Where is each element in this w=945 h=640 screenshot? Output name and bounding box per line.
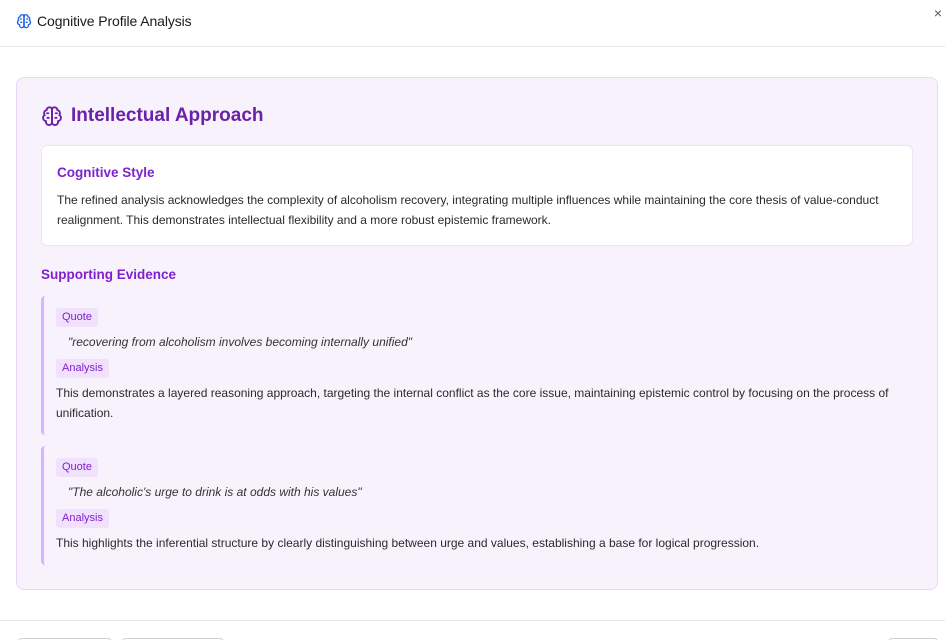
dialog-footer [0, 620, 945, 640]
evidence-quote: "recovering from alcoholism involves bec… [68, 335, 413, 349]
analysis-tag: Analysis [56, 509, 109, 528]
brain-icon [16, 13, 32, 29]
supporting-evidence-title: Supporting Evidence [41, 267, 177, 282]
analysis-tag: Analysis [56, 359, 109, 378]
cognitive-style-box: Cognitive Style The refined analysis ack… [41, 145, 913, 246]
section-title: Intellectual Approach [71, 105, 264, 126]
cognitive-style-title: Cognitive Style [57, 165, 155, 180]
evidence-analysis: This highlights the inferential structur… [56, 536, 760, 550]
close-button[interactable]: × [931, 6, 945, 20]
evidence-quote: "The alcoholic's urge to drink is at odd… [68, 485, 362, 499]
brain-icon [41, 105, 63, 127]
dialog-title: Cognitive Profile Analysis [37, 13, 192, 29]
evidence-analysis: This demonstrates a layered reasoning ap… [56, 386, 889, 420]
dialog-header: Cognitive Profile Analysis × [0, 0, 945, 47]
evidence-item: Quote "The alcoholic's urge to drink is … [41, 446, 913, 565]
cognitive-style-text: The refined analysis acknowledges the co… [57, 193, 879, 227]
quote-tag: Quote [56, 308, 98, 327]
evidence-item: Quote "recovering from alcoholism involv… [41, 296, 913, 435]
intellectual-approach-card: Intellectual Approach Cognitive Style Th… [16, 77, 938, 590]
quote-tag: Quote [56, 458, 98, 477]
